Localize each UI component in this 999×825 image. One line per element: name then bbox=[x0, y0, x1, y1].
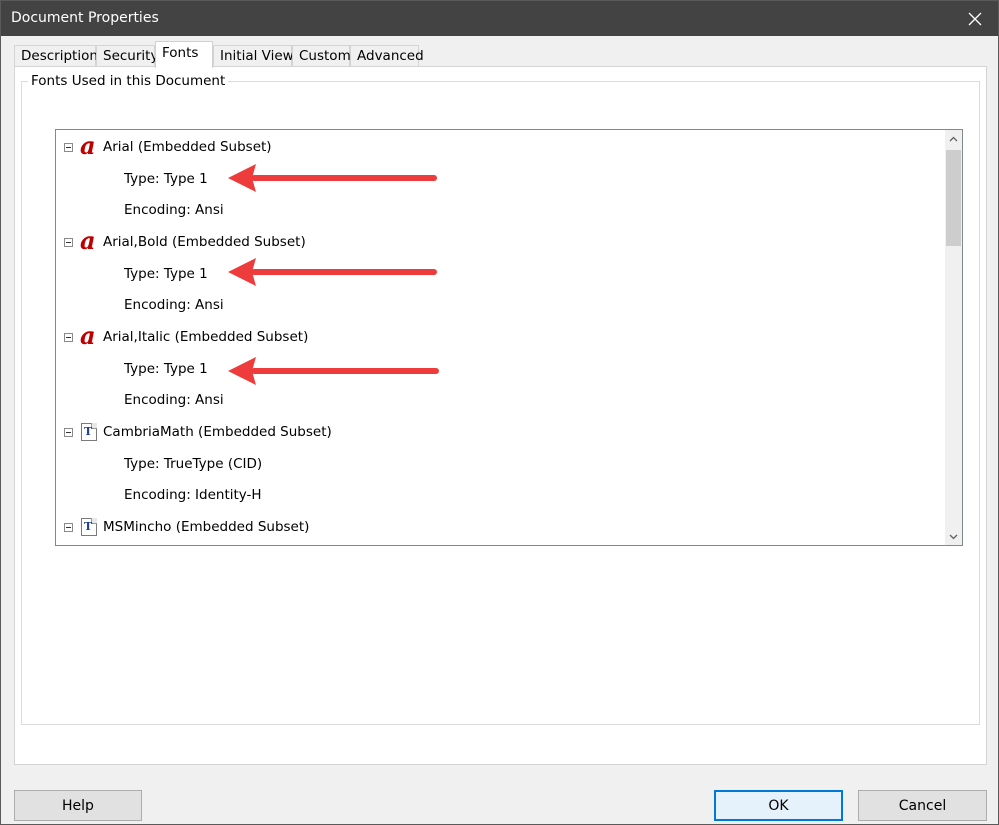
annotation-arrow bbox=[228, 164, 437, 192]
title-bar: Document Properties bbox=[1, 1, 998, 36]
chevron-down-icon bbox=[949, 534, 958, 539]
tab-initial-view[interactable]: Initial View bbox=[213, 45, 294, 67]
fonts-group-legend: Fonts Used in this Document bbox=[31, 73, 226, 89]
tab-security[interactable]: Security bbox=[96, 45, 158, 67]
tab-advanced[interactable]: Advanced bbox=[350, 45, 424, 67]
ok-button[interactable]: OK bbox=[714, 790, 843, 821]
cancel-button[interactable]: Cancel bbox=[858, 790, 987, 821]
tab-custom[interactable]: Custom bbox=[292, 45, 351, 67]
tab-fonts[interactable]: Fonts bbox=[155, 41, 213, 68]
help-button[interactable]: Help bbox=[14, 790, 142, 821]
scroll-up-button[interactable] bbox=[945, 130, 962, 147]
fonts-group-box: Fonts Used in this Document a Arial (Emb… bbox=[21, 73, 980, 725]
fonts-tab-panel: Fonts Used in this Document a Arial (Emb… bbox=[14, 66, 987, 765]
vertical-scrollbar[interactable] bbox=[945, 130, 962, 545]
annotation-arrow bbox=[228, 357, 439, 385]
dialog-title: Document Properties bbox=[11, 10, 159, 26]
annotation-arrow bbox=[228, 258, 437, 286]
scroll-thumb[interactable] bbox=[946, 150, 961, 246]
close-icon bbox=[968, 12, 982, 25]
close-button[interactable] bbox=[952, 1, 998, 36]
tab-description[interactable]: Description bbox=[14, 45, 98, 67]
document-properties-dialog: Document Properties Description Security… bbox=[0, 0, 999, 825]
annotation-arrows bbox=[228, 164, 439, 385]
fonts-tree[interactable]: a Arial (Embedded Subset) Type: Type 1 E… bbox=[55, 129, 963, 546]
chevron-up-icon bbox=[949, 136, 958, 141]
scroll-down-button[interactable] bbox=[945, 528, 962, 545]
